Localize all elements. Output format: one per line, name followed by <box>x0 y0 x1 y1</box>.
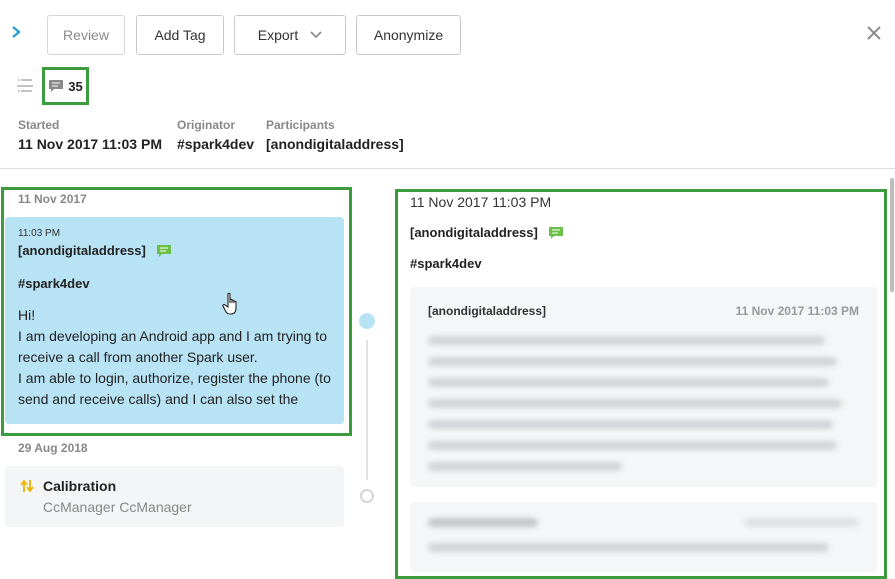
comment-count-badge[interactable]: 35 <box>42 67 89 105</box>
scrollbar-thumb[interactable] <box>890 178 894 292</box>
redacted-date <box>744 518 859 527</box>
detail-message-card: [anondigitaladdress] 11 Nov 2017 11:03 P… <box>410 287 877 487</box>
date-header: 11 Nov 2017 <box>18 192 87 206</box>
export-dropdown-button[interactable]: Export <box>234 15 346 55</box>
calibration-arrows-icon <box>20 479 34 493</box>
comment-icon <box>49 80 64 92</box>
redacted-text-line <box>428 357 838 366</box>
close-icon[interactable] <box>867 24 881 44</box>
message-line: I am able to login, authorize, register … <box>18 370 331 386</box>
comment-count: 35 <box>68 78 83 94</box>
detail-card-sender: [anondigitaladdress] <box>428 304 547 318</box>
originator-label: Originator <box>177 118 236 132</box>
event-title: Calibration <box>19 478 330 494</box>
detail-message-card <box>410 502 877 572</box>
participants-label: Participants <box>266 118 335 132</box>
redacted-text-line <box>428 378 829 387</box>
message-line: send and receive calls) and I can also s… <box>18 391 299 407</box>
redacted-text-line <box>428 543 829 552</box>
started-label: Started <box>18 118 60 132</box>
message-card[interactable]: 11:03 PM [anondigitaladdress] #spark4dev… <box>5 217 344 424</box>
redacted-text-line <box>428 399 842 408</box>
header-divider <box>0 168 895 169</box>
review-button[interactable]: Review <box>47 15 125 55</box>
event-subtitle: CcManager CcManager <box>43 499 192 515</box>
started-value: 11 Nov 2017 11:03 PM <box>18 136 162 152</box>
timeline-line <box>366 340 368 480</box>
redacted-text-line <box>428 336 825 345</box>
redacted-text-line <box>428 441 838 450</box>
message-line: Hi! <box>18 307 36 323</box>
originator-value: #spark4dev <box>177 136 255 152</box>
detail-date: 11 Nov 2017 11:03 PM <box>410 194 552 210</box>
redacted-text-line <box>428 420 834 429</box>
chevron-down-icon <box>310 31 322 39</box>
message-body: Hi! I am developing an Android app and I… <box>18 305 331 410</box>
comment-icon[interactable] <box>156 244 172 258</box>
message-channel: #spark4dev <box>18 276 90 291</box>
detail-sender-name: [anondigitaladdress] <box>410 225 538 240</box>
add-tag-button[interactable]: Add Tag <box>136 15 224 55</box>
calibration-event-card[interactable]: Calibration CcManager CcManager <box>5 466 344 527</box>
detail-sender: [anondigitaladdress] <box>410 225 564 240</box>
export-label: Export <box>257 27 299 43</box>
redacted-sender <box>428 518 538 527</box>
redacted-text-line <box>428 462 622 471</box>
date-header: 29 Aug 2018 <box>18 441 88 455</box>
sender-name: [anondigitaladdress] <box>18 243 146 258</box>
hand-cursor-icon <box>222 292 242 316</box>
anonymize-button[interactable]: Anonymize <box>356 15 461 55</box>
message-time: 11:03 PM <box>18 228 61 239</box>
expand-chevron-icon[interactable] <box>10 24 24 42</box>
detail-channel: #spark4dev <box>410 256 482 271</box>
comment-icon[interactable] <box>548 226 564 240</box>
message-line: I am developing an Android app and I am … <box>18 328 327 344</box>
timeline-dot-active[interactable] <box>359 313 375 329</box>
participants-value: [anondigitaladdress] <box>266 136 404 152</box>
detail-card-date: 11 Nov 2017 11:03 PM <box>735 304 859 318</box>
event-title-text: Calibration <box>43 478 117 494</box>
message-sender: [anondigitaladdress] <box>18 243 331 258</box>
timeline-dot[interactable] <box>360 489 374 503</box>
message-line: receive a call from another Spark user. <box>18 349 258 365</box>
list-icon[interactable] <box>17 78 33 92</box>
